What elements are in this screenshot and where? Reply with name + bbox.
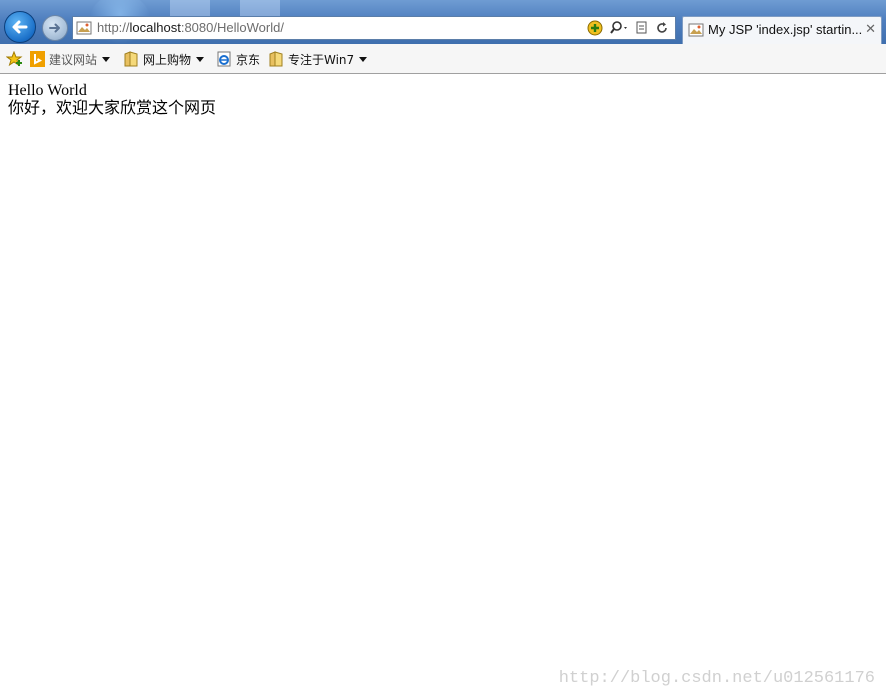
- folder-icon: [124, 51, 138, 67]
- address-scheme: http://: [97, 20, 130, 35]
- favorite-label: 专注于Win7: [288, 52, 355, 67]
- tab-active[interactable]: My JSP 'index.jsp' startin... ✕: [682, 16, 882, 44]
- search-icon: [610, 21, 627, 34]
- favorites-star-button[interactable]: [6, 50, 24, 68]
- close-tab-icon[interactable]: ✕: [865, 22, 876, 37]
- favorite-label: 建议网站: [49, 52, 98, 67]
- forward-arrow-icon: [49, 23, 60, 33]
- address-actions: [587, 18, 669, 38]
- address-host: localhost: [129, 20, 181, 35]
- favorite-focus-win7[interactable]: 专注于Win7: [269, 50, 368, 68]
- favorites-star-icon: [6, 51, 23, 67]
- welcome-text: 你好，欢迎大家欣赏这个网页: [8, 100, 217, 117]
- address-bar[interactable]: http://localhost:8080/HelloWorld/: [72, 16, 676, 40]
- bing-icon: [30, 51, 45, 67]
- favorite-label: 网上购物: [143, 52, 192, 67]
- compatibility-add-button[interactable]: [587, 20, 603, 36]
- hello-world-text: Hello World: [8, 82, 87, 99]
- page-favicon-icon: [76, 21, 92, 35]
- favorite-suggested-sites[interactable]: 建议网站: [30, 50, 111, 68]
- chevron-down-icon[interactable]: [196, 56, 205, 62]
- search-button[interactable]: [609, 20, 629, 36]
- back-button[interactable]: [4, 11, 36, 43]
- compat-view-button[interactable]: [635, 20, 649, 36]
- favorites-bar: 建议网站 网上购物 京东 专注于Win7: [0, 44, 886, 74]
- back-arrow-icon: [12, 20, 28, 34]
- chevron-down-icon[interactable]: [359, 56, 368, 62]
- favorite-label: 京东: [236, 52, 261, 67]
- tab-title: My JSP 'index.jsp' startin...: [708, 22, 863, 37]
- watermark-text: http://blog.csdn.net/u012561176: [558, 669, 875, 688]
- chevron-down-icon[interactable]: [102, 56, 111, 62]
- broken-page-icon: [636, 21, 647, 34]
- favorite-online-shopping[interactable]: 网上购物: [124, 50, 205, 68]
- favorite-jd[interactable]: 京东: [217, 50, 260, 68]
- ie-page-icon: [217, 51, 231, 67]
- add-plus-icon: [587, 20, 603, 36]
- forward-button[interactable]: [42, 15, 68, 41]
- refresh-icon: [657, 22, 667, 33]
- address-path: :8080/HelloWorld/: [180, 20, 284, 35]
- address-url[interactable]: http://localhost:8080/HelloWorld/: [97, 19, 284, 37]
- page-favicon-icon: [688, 23, 704, 37]
- page-content: Hello World 你好，欢迎大家欣赏这个网页: [8, 82, 216, 118]
- folder-icon: [269, 51, 283, 67]
- browser-chrome: http://localhost:8080/HelloWorld/ My JSP…: [0, 0, 886, 44]
- refresh-button[interactable]: [655, 20, 669, 36]
